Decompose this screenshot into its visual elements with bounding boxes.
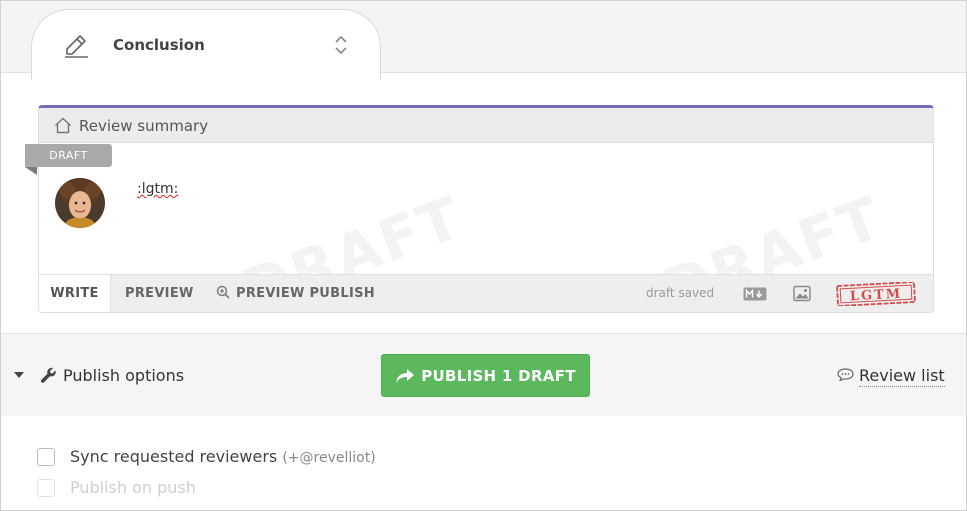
pencil-icon — [65, 35, 88, 58]
publish-on-push-label: Publish on push — [70, 478, 196, 497]
review-list-label: Review list — [859, 366, 945, 387]
comment-body: :lgtm: — [137, 181, 179, 197]
review-panel: Conclusion Review summary DRAFT DRAFT:l… — [0, 0, 967, 511]
publish-button-label: PUBLISH 1 DRAFT — [421, 366, 576, 385]
image-icon[interactable] — [793, 285, 811, 302]
wrench-icon — [40, 367, 56, 383]
publish-button[interactable]: PUBLISH 1 DRAFT — [381, 354, 590, 397]
avatar — [55, 178, 105, 228]
sync-reviewers-checkbox[interactable] — [37, 448, 55, 466]
review-list-link[interactable]: Review list — [837, 366, 945, 387]
tab-preview-publish-label: PREVIEW PUBLISH — [236, 286, 375, 301]
tab-preview[interactable]: PREVIEW — [125, 275, 194, 312]
card-header-label: Review summary — [79, 117, 209, 135]
caret-down-icon[interactable] — [14, 372, 24, 378]
publish-on-push-checkbox — [37, 479, 55, 497]
chat-bubble-icon — [837, 368, 854, 381]
markdown-icon[interactable] — [743, 287, 767, 301]
tab-title: Conclusion — [113, 36, 205, 54]
card-header: Review summary — [39, 108, 933, 143]
chevron-updown-icon[interactable] — [334, 34, 348, 56]
tab-preview-publish[interactable]: PREVIEW PUBLISH — [216, 275, 375, 312]
sync-reviewers-label: Sync requested reviewers — [70, 447, 278, 466]
draft-badge-fold — [25, 167, 37, 175]
review-summary-card: Review summary DRAFT DRAFT :lgtm: WRITE … — [38, 105, 934, 313]
comment-text[interactable]: :lgtm: — [137, 181, 178, 197]
publish-bar: Publish options PUBLISH 1 DRAFT Review l… — [1, 333, 966, 416]
editor-toolbar: WRITE PREVIEW PREVIEW PUBLISH draft save… — [39, 274, 933, 312]
share-icon — [396, 368, 415, 383]
home-icon — [55, 117, 71, 134]
zoom-icon — [216, 285, 230, 299]
sync-reviewers-hint: (+@revelliot) — [282, 450, 376, 466]
draft-saved-status: draft saved — [646, 286, 715, 300]
tab-write[interactable]: WRITE — [39, 275, 111, 312]
lgtm-stamp-icon[interactable]: LGTM — [836, 282, 916, 306]
lgtm-stamp-text: LGTM — [850, 287, 903, 305]
publish-options-toggle[interactable]: Publish options — [63, 366, 184, 385]
draft-badge: DRAFT — [25, 144, 112, 167]
conclusion-tab[interactable]: Conclusion — [31, 9, 381, 80]
tab-strip: Conclusion — [1, 1, 966, 80]
